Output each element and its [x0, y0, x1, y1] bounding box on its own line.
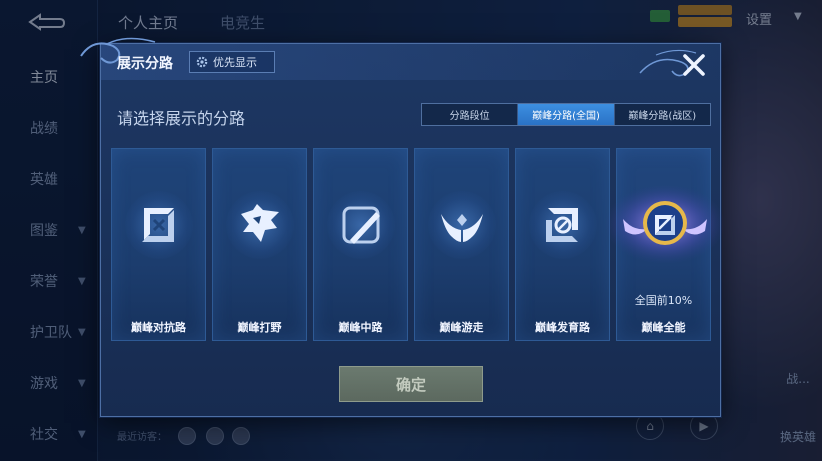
- lane-card-list: 巅峰对抗路 巅峰打野 巅峰中路 巅峰游走 巅峰发育路 全国前10% 巅峰全能: [111, 148, 725, 341]
- lane-card-clash[interactable]: 巅峰对抗路: [111, 148, 206, 341]
- lane-card-label: 巅峰游走: [439, 321, 484, 334]
- lane-card-label: 巅峰中路: [338, 321, 383, 334]
- lane-card-farm[interactable]: 巅峰发育路: [515, 148, 610, 341]
- priority-display-button[interactable]: 优先显示: [189, 51, 275, 73]
- close-icon: [683, 54, 705, 76]
- lane-card-roam[interactable]: 巅峰游走: [414, 148, 509, 341]
- lane-scope-tabs: 分路段位 巅峰分路(全国) 巅峰分路(战区): [421, 103, 711, 126]
- sword-cross-icon: [142, 208, 174, 242]
- tab-lane-rank[interactable]: 分路段位: [422, 104, 519, 125]
- dragon-icon: [241, 204, 279, 242]
- gear-icon: [196, 56, 208, 68]
- lane-card-label: 巅峰全能: [641, 321, 686, 334]
- wings-icon: [441, 214, 483, 242]
- staff-icon: [342, 206, 380, 244]
- lane-card-mid[interactable]: 巅峰中路: [313, 148, 408, 341]
- all-round-badge-icon: [605, 184, 725, 264]
- dialog-title: 展示分路: [117, 56, 173, 72]
- lane-display-dialog: 展示分路 优先显示 请选择展示的分路 分路段位 巅峰分路(全国) 巅峰分路(战区…: [80, 37, 725, 417]
- priority-display-label: 优先显示: [213, 56, 257, 69]
- lane-card-label: 巅峰打野: [237, 321, 282, 334]
- confirm-button[interactable]: 确定: [339, 366, 483, 402]
- close-button[interactable]: [679, 50, 709, 80]
- lane-card-all-round[interactable]: 全国前10% 巅峰全能: [605, 148, 725, 341]
- target-icon: [546, 208, 578, 242]
- lane-card-label: 巅峰对抗路: [131, 321, 186, 334]
- tab-peak-lane-region[interactable]: 巅峰分路(战区): [615, 104, 710, 125]
- dialog-subtitle: 请选择展示的分路: [117, 109, 246, 128]
- lane-card-label: 巅峰发育路: [535, 321, 590, 334]
- rank-percentile: 全国前10%: [634, 294, 693, 307]
- lane-card-jungle[interactable]: 巅峰打野: [212, 148, 307, 341]
- tab-peak-lane-national[interactable]: 巅峰分路(全国): [518, 104, 615, 125]
